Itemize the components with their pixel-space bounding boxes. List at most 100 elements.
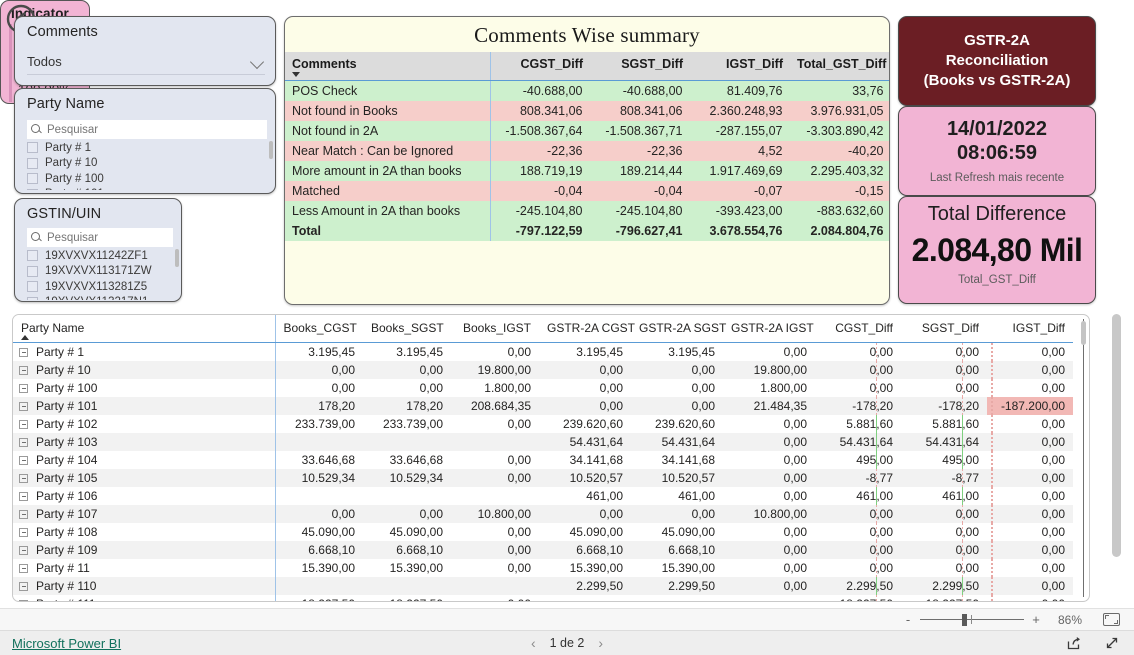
table-row[interactable]: Party # 10 0,00 0,00 19.800,00 0,00 0,00 19.80… <box>13 361 1073 379</box>
share-icon[interactable] <box>1066 635 1082 651</box>
summary-col-cgst-diff[interactable]: CGST_Diff <box>490 52 590 81</box>
table-row[interactable]: Party # 100 0,00 0,00 1.800,00 0,00 0,00 1.800… <box>13 379 1073 397</box>
grid-cell-party-name[interactable]: Party # 103 <box>13 433 276 451</box>
zoom-out-button[interactable]: - <box>903 612 913 627</box>
checkbox-icon[interactable] <box>27 142 38 154</box>
expand-collapse-icon[interactable] <box>19 420 28 429</box>
grid-cell-party-name[interactable]: Party # 106 <box>13 487 276 505</box>
table-row[interactable]: Party # 102 233.739,00 233.739,00 0,00 239.6… <box>13 415 1073 433</box>
grid-col-party-name[interactable]: Party Name <box>13 315 276 343</box>
gstin-option[interactable]: 19XVXVX113281Z5 <box>27 279 173 295</box>
grid-col-books-sgst[interactable]: Books_SGST <box>363 315 451 343</box>
checkbox-icon[interactable] <box>27 281 38 293</box>
summary-col-total-gst-diff[interactable]: Total_GST_Diff <box>790 52 889 81</box>
party-name-option-list[interactable]: Party # 1 Party # 10 Party # 100 Party #… <box>27 140 267 190</box>
expand-collapse-icon[interactable] <box>19 510 28 519</box>
grid-scrollbar-thumb[interactable] <box>1081 321 1086 345</box>
summary-row[interactable]: Not found in Books 808.341,06 808.341,06 2.… <box>285 101 889 121</box>
gstin-option[interactable]: 19XVXVX113171ZW <box>27 264 173 280</box>
expand-collapse-icon[interactable] <box>19 456 28 465</box>
grid-cell-party-name[interactable]: Party # 110 <box>13 577 276 595</box>
table-row[interactable]: Party # 105 10.529,34 10.529,34 0,00 10.520,… <box>13 469 1073 487</box>
grid-col-gstr2a-igst[interactable]: GSTR-2A IGST <box>723 315 815 343</box>
zoom-slider-thumb[interactable] <box>962 613 967 626</box>
summary-row[interactable]: More amount in 2A than books 188.719,19 18… <box>285 161 889 181</box>
table-row[interactable]: Party # 101 178,20 178,20 208.684,35 0,00 0,0… <box>13 397 1073 415</box>
grid-col-cgst-diff[interactable]: CGST_Diff <box>815 315 901 343</box>
slicer-gstin-uin[interactable]: GSTIN/UIN Pesquisar 19XVXVX11242ZF1 19XV… <box>14 198 182 302</box>
grid-cell-party-name[interactable]: Party # 101 <box>13 397 276 415</box>
grid-col-gstr2a-sgst[interactable]: GSTR-2A SGST <box>631 315 726 343</box>
grid-cell-party-name[interactable]: Party # 104 <box>13 451 276 469</box>
party-name-search-box[interactable]: Pesquisar <box>27 120 267 139</box>
zoom-in-button[interactable]: + <box>1031 612 1041 627</box>
table-row[interactable]: Party # 11 15.390,00 15.390,00 0,00 15.390,0… <box>13 559 1073 577</box>
slicer-comments[interactable]: Comments Todos <box>14 16 276 86</box>
grid-scroll-region[interactable]: Party Name Books_CGST Books_SGST Books_I… <box>13 315 1089 601</box>
expand-collapse-icon[interactable] <box>19 384 28 393</box>
gstin-scrollbar[interactable] <box>175 249 179 267</box>
zoom-control[interactable]: - + 86% <box>903 612 1120 627</box>
summary-row[interactable]: Not found in 2A -1.508.367,64 -1.508.367,7… <box>285 121 889 141</box>
grid-col-books-igst[interactable]: Books_IGST <box>451 315 539 343</box>
table-row[interactable]: Party # 110 2.299,50 2.299,50 0,00 2.299,50 2… <box>13 577 1073 595</box>
chevron-left-icon[interactable]: ‹ <box>531 635 536 651</box>
table-row[interactable]: Party # 106461,00461,000,00461,00461,000… <box>13 487 1073 505</box>
gstin-search-box[interactable]: Pesquisar <box>27 228 173 247</box>
table-row[interactable]: Party # 108 45.090,00 45.090,00 0,00 45.090,… <box>13 523 1073 541</box>
gstin-option[interactable]: 19XVXVX113217N1 <box>27 295 173 300</box>
grid-cell-party-name[interactable]: Party # 10 <box>13 361 276 379</box>
expand-collapse-icon[interactable] <box>19 438 28 447</box>
chevron-down-icon[interactable] <box>251 55 265 69</box>
chevron-right-icon[interactable]: › <box>598 635 603 651</box>
party-name-option[interactable]: Party # 10 <box>27 156 267 172</box>
grid-cell-party-name[interactable]: Party # 107 <box>13 505 276 523</box>
checkbox-icon[interactable] <box>27 250 38 262</box>
page-scrollbar-thumb[interactable] <box>1112 314 1121 557</box>
table-row[interactable]: Party # 109 6.668,10 6.668,10 0,00 6.668,10 6… <box>13 541 1073 559</box>
grid-cell-party-name[interactable]: Party # 109 <box>13 541 276 559</box>
table-row[interactable]: Party # 1 3.195,45 3.195,45 0,00 3.195,45 3.1… <box>13 342 1073 361</box>
expand-collapse-icon[interactable] <box>19 582 28 591</box>
gstin-option[interactable]: 19XVXVX11242ZF1 <box>27 248 173 264</box>
grid-cell-party-name[interactable]: Party # 111 <box>13 595 276 601</box>
grid-cell-party-name[interactable]: Party # 1 <box>13 342 276 361</box>
zoom-slider[interactable] <box>920 613 1024 626</box>
expand-collapse-icon[interactable] <box>19 366 28 375</box>
party-name-option[interactable]: Party # 1 <box>27 140 267 156</box>
page-scrollbar-track[interactable] <box>1110 0 1122 608</box>
grid-cell-party-name[interactable]: Party # 102 <box>13 415 276 433</box>
slicer-party-name[interactable]: Party Name Pesquisar Party # 1 Party # 1… <box>14 88 276 194</box>
table-row[interactable]: Party # 11118.227,5018.227,500,00-18.227… <box>13 595 1073 601</box>
expand-collapse-icon[interactable] <box>19 528 28 537</box>
expand-collapse-icon[interactable] <box>19 600 28 601</box>
table-row[interactable]: Party # 103 54.431,64 54.431,64 0,00 54.431,… <box>13 433 1073 451</box>
expand-collapse-icon[interactable] <box>19 564 28 573</box>
expand-collapse-icon[interactable] <box>19 492 28 501</box>
expand-collapse-icon[interactable] <box>19 474 28 483</box>
summary-col-sgst-diff[interactable]: SGST_Diff <box>590 52 690 81</box>
summary-row[interactable]: Near Match : Can be Ignored -22,36 -22,36 4… <box>285 141 889 161</box>
grid-col-gstr2a-cgst[interactable]: GSTR-2A CGST <box>539 315 635 343</box>
party-name-option[interactable]: Party # 101 <box>27 187 267 190</box>
table-row[interactable]: Party # 104 33.646,68 33.646,68 0,00 34.141,… <box>13 451 1073 469</box>
grid-scrollbar-track[interactable] <box>1083 319 1084 597</box>
checkbox-icon[interactable] <box>27 173 38 185</box>
table-row[interactable]: Party # 107 0,00 0,00 10.800,00 0,00 0,00 10.8… <box>13 505 1073 523</box>
party-name-scrollbar[interactable] <box>269 141 273 159</box>
summary-row[interactable]: Less Amount in 2A than books -245.104,80-… <box>285 201 889 221</box>
grid-cell-party-name[interactable]: Party # 108 <box>13 523 276 541</box>
summary-col-comments[interactable]: Comments <box>285 52 491 81</box>
summary-row[interactable]: POS Check -40.688,00 -40.688,00 81.409,76 33… <box>285 80 889 101</box>
fullscreen-icon[interactable] <box>1104 635 1120 651</box>
checkbox-icon[interactable] <box>27 157 38 169</box>
grid-cell-party-name[interactable]: Party # 105 <box>13 469 276 487</box>
summary-total-row[interactable]: Total -797.122,59 -796.627,41 3.678.554,76 2… <box>285 221 889 241</box>
grid-col-igst-diff[interactable]: IGST_Diff <box>987 315 1073 343</box>
checkbox-icon[interactable] <box>27 265 38 277</box>
grid-cell-party-name[interactable]: Party # 100 <box>13 379 276 397</box>
gstin-option-list[interactable]: 19XVXVX11242ZF1 19XVXVX113171ZW 19XVXVX1… <box>27 248 173 300</box>
comments-dropdown[interactable]: Todos <box>27 49 265 75</box>
grid-col-sgst-diff[interactable]: SGST_Diff <box>901 315 987 343</box>
summary-col-igst-diff[interactable]: IGST_Diff <box>690 52 790 81</box>
